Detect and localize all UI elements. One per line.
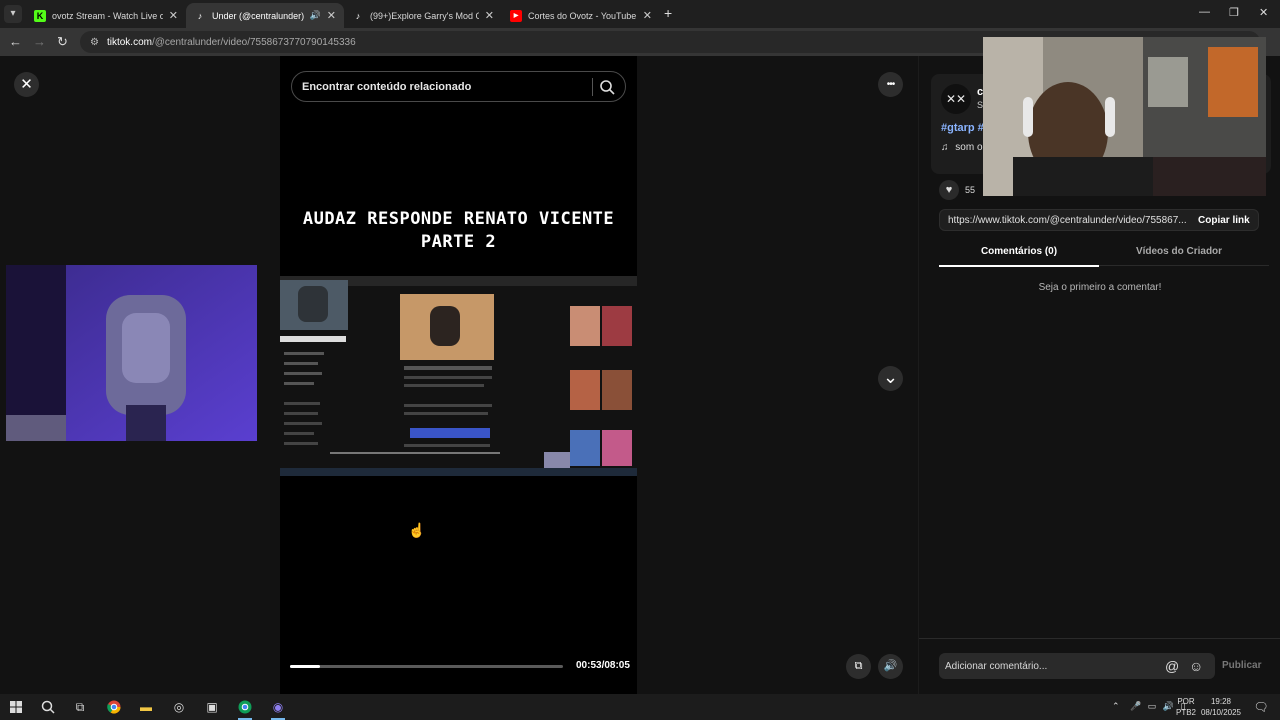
comment-bar: @ ☺ Publicar bbox=[919, 638, 1280, 694]
tab-bar: ▾ K ovotz Stream - Watch Live on Kick ✕ … bbox=[0, 0, 1280, 28]
likes-row[interactable]: ♥ 55 bbox=[939, 180, 975, 200]
close-video-button[interactable]: ✕ bbox=[14, 72, 39, 97]
title-line-1: AUDAZ RESPONDE RENATO VICENTE bbox=[302, 209, 615, 229]
search-icon[interactable] bbox=[37, 697, 59, 717]
new-tab-button[interactable]: + bbox=[664, 5, 672, 21]
start-button[interactable] bbox=[5, 697, 27, 717]
minimize-button[interactable]: — bbox=[1199, 6, 1210, 18]
kick-icon: K bbox=[34, 9, 46, 22]
discord-icon[interactable]: ◉ bbox=[267, 697, 289, 720]
volume-icon[interactable]: 🔊 bbox=[878, 654, 903, 679]
tiktok-icon: ♪ bbox=[197, 10, 203, 21]
tab-kick[interactable]: K ovotz Stream - Watch Live on Kick ✕ bbox=[26, 3, 186, 28]
video-time: 00:53/08:05 bbox=[576, 660, 630, 671]
language-indicator[interactable]: POR PTB2 bbox=[1174, 696, 1198, 718]
volume-icon[interactable]: 🔊 bbox=[1163, 701, 1174, 711]
tab-search-button[interactable]: ▾ bbox=[4, 5, 22, 23]
hashtags[interactable]: #gtarp # bbox=[941, 122, 984, 134]
close-tab-icon[interactable]: ✕ bbox=[643, 9, 652, 22]
video-link-url[interactable]: https://www.tiktok.com/@centralunder/vid… bbox=[948, 215, 1188, 226]
close-tab-icon[interactable]: ✕ bbox=[327, 9, 336, 22]
keyboard-layout: PTB2 bbox=[1175, 708, 1196, 717]
tab-title: (99+)Explore Garry's Mod Gam bbox=[370, 10, 479, 21]
search-icon[interactable] bbox=[598, 78, 616, 96]
tab-title: Under (@centralunder) | TikTok bbox=[212, 10, 306, 21]
floating-player-icon[interactable]: ⧉ bbox=[846, 654, 871, 679]
heart-icon[interactable]: ♥ bbox=[939, 180, 959, 200]
likes-count: 55 bbox=[965, 185, 976, 195]
video-progress-fill bbox=[290, 665, 321, 668]
forward-icon[interactable]: → bbox=[33, 34, 46, 49]
clock-time: 19:28 bbox=[1210, 697, 1232, 706]
tab-tiktok-explore[interactable]: ♪ (99+)Explore Garry's Mod Gam ✕ bbox=[344, 3, 502, 28]
address-host: tiktok.com bbox=[106, 36, 152, 48]
close-tab-icon[interactable]: ✕ bbox=[485, 9, 494, 22]
back-icon[interactable]: ← bbox=[9, 34, 22, 49]
microphone-icon[interactable]: 🎤 bbox=[1130, 701, 1141, 711]
video-frame-image bbox=[280, 276, 637, 476]
reload-icon[interactable]: ↻ bbox=[57, 34, 68, 50]
webcam-overlay-right bbox=[983, 37, 1266, 196]
app-icon[interactable]: ◎ bbox=[168, 697, 190, 717]
chrome-icon[interactable] bbox=[103, 697, 125, 717]
emoji-icon[interactable]: ☺ bbox=[1189, 658, 1203, 674]
close-window-button[interactable]: ✕ bbox=[1259, 6, 1268, 19]
youtube-icon: ▶ bbox=[510, 9, 522, 22]
tab-title: Cortes do Ovotz - YouTube bbox=[528, 10, 637, 21]
file-explorer-icon[interactable]: ▬ bbox=[135, 697, 157, 717]
webcam-overlay-left bbox=[6, 265, 257, 441]
copy-link-button[interactable]: Copiar link bbox=[1198, 215, 1250, 226]
clock[interactable]: 19:28 08/10/2025 bbox=[1196, 696, 1246, 718]
restore-button[interactable]: ❐ bbox=[1229, 6, 1239, 19]
streamer-webcam-image bbox=[983, 37, 1266, 196]
avatar[interactable]: ✕✕ bbox=[941, 84, 971, 114]
publish-button[interactable]: Publicar bbox=[1222, 660, 1261, 671]
clock-date: 08/10/2025 bbox=[1200, 708, 1242, 717]
video-frame-screenshot bbox=[280, 276, 637, 476]
tab-youtube[interactable]: ▶ Cortes do Ovotz - YouTube ✕ bbox=[502, 3, 660, 28]
video-progress-bar[interactable] bbox=[290, 665, 563, 668]
tiktok-icon: ♪ bbox=[355, 10, 361, 21]
more-options-button[interactable]: ••• bbox=[878, 72, 903, 97]
windows-taskbar: ⧉ ▬ ◎ ▣ ◉ ⌃ 🎤 ▭ 🔊 ▯ POR PTB2 19:28 08/10… bbox=[0, 694, 1280, 720]
mention-icon[interactable]: @ bbox=[1165, 658, 1179, 674]
language-code: POR bbox=[1177, 697, 1195, 706]
terminal-icon[interactable]: ▣ bbox=[201, 697, 223, 717]
gaming-chair-image bbox=[6, 265, 257, 441]
task-view-icon[interactable]: ⧉ bbox=[69, 697, 91, 717]
tab-comments[interactable]: Comentários (0) bbox=[939, 246, 1099, 267]
title-line-2: PARTE 2 bbox=[420, 232, 497, 252]
site-info-icon[interactable]: ⚙ bbox=[90, 37, 99, 48]
speaker-icon[interactable]: 🔊 bbox=[310, 10, 321, 21]
notifications-icon[interactable]: 🗨 bbox=[1250, 697, 1272, 717]
chevron-up-icon[interactable]: ⌃ bbox=[1112, 701, 1120, 711]
tab-creator-videos[interactable]: Vídeos do Criador bbox=[1099, 246, 1259, 257]
empty-comments-message: Seja o primeiro a comentar! bbox=[1038, 282, 1162, 293]
next-video-button[interactable]: ⌄ bbox=[878, 366, 903, 391]
network-icon[interactable]: ▭ bbox=[1148, 701, 1157, 711]
chrome-active-icon[interactable] bbox=[234, 697, 256, 720]
address-path: /@centralunder/video/7558673770790145336 bbox=[151, 36, 356, 48]
related-search-input[interactable] bbox=[302, 80, 587, 93]
tab-title: ovotz Stream - Watch Live on Kick bbox=[52, 10, 163, 21]
video-player[interactable]: AUDAZ RESPONDE RENATO VICENTE PARTE 2 bbox=[280, 56, 637, 694]
search-divider bbox=[592, 78, 593, 96]
sound-name: som o bbox=[955, 142, 983, 153]
related-search-box[interactable] bbox=[291, 71, 626, 102]
video-overlay-title: AUDAZ RESPONDE RENATO VICENTE PARTE 2 bbox=[280, 208, 637, 254]
windows-icon bbox=[10, 701, 22, 713]
music-note-icon: ♫ bbox=[941, 142, 949, 153]
video-link-box: https://www.tiktok.com/@centralunder/vid… bbox=[939, 209, 1259, 231]
panel-tabs: Comentários (0) Vídeos do Criador bbox=[939, 242, 1269, 267]
close-tab-icon[interactable]: ✕ bbox=[169, 9, 178, 22]
hand-cursor-icon: ☝ bbox=[408, 522, 426, 538]
sound-row[interactable]: ♫ som o bbox=[941, 142, 983, 153]
tab-tiktok-under[interactable]: ♪ Under (@centralunder) | TikTok 🔊 ✕ bbox=[186, 3, 344, 28]
